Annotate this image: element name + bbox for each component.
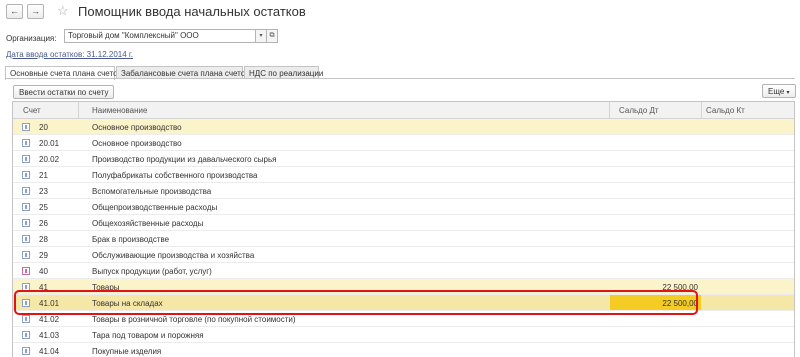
account-name: Основное производство [92,139,182,148]
account-name: Полуфабрикаты собственного производства [92,171,258,180]
debit-cell[interactable] [610,119,701,134]
table-row[interactable]: 25 Общепроизводственные расходы [13,199,794,215]
accounts-table: Счет Наименование Сальдо Дт Сальдо Кт 20… [12,101,795,357]
account-icon [22,251,30,259]
account-icon [22,155,30,163]
account-code: 26 [39,219,48,228]
debit-value: 22 500,00 [662,299,698,308]
account-code: 21 [39,171,48,180]
table-row[interactable]: 20 Основное производство [13,119,794,135]
account-name: Вспомогательные производства [92,187,212,196]
enter-balances-button[interactable]: Ввести остатки по счету [13,85,115,99]
account-icon [22,123,30,131]
forward-button[interactable]: → [27,4,44,19]
table-row[interactable]: 20.01 Основное производство [13,135,794,151]
debit-cell[interactable] [610,247,701,262]
account-icon [22,283,30,291]
table-row[interactable]: 41 Товары 22 500,00 [13,279,794,295]
account-alt-icon [22,267,30,275]
column-header-name[interactable]: Наименование [92,106,147,115]
account-code: 40 [39,267,48,276]
debit-cell[interactable]: 22 500,00 [610,279,701,294]
debit-cell[interactable] [610,263,701,278]
account-code: 29 [39,251,48,260]
column-header-credit[interactable]: Сальдо Кт [706,106,745,115]
account-icon [22,235,30,243]
account-name: Товары в розничной торговле (по покупной… [92,315,296,324]
table-row[interactable]: 40 Выпуск продукции (работ, услуг) [13,263,794,279]
account-name: Обслуживающие производства и хозяйства [92,251,255,260]
account-code: 25 [39,203,48,212]
debit-cell[interactable] [610,311,701,326]
debit-value: 22 500,00 [662,283,698,292]
account-icon [22,171,30,179]
account-icon [22,187,30,195]
back-button[interactable]: ← [6,4,23,19]
account-code: 41.02 [39,315,60,324]
table-row[interactable]: 41.03 Тара под товаром и порожняя [13,327,794,343]
table-row[interactable]: 41.02 Товары в розничной торговле (по пок… [13,311,794,327]
column-header-account[interactable]: Счет [23,106,41,115]
arrow-left-icon: ← [10,6,19,16]
debit-cell[interactable] [610,135,701,150]
account-code: 20.01 [39,139,60,148]
organization-field[interactable]: Торговый дом "Комплексный" ООО [64,29,256,43]
account-icon [22,347,30,355]
account-code: 41.04 [39,347,60,356]
page-title: Помощник ввода начальных остатков [78,4,306,19]
account-name: Общепроизводственные расходы [92,203,218,212]
arrow-right-icon: → [31,6,40,16]
table-row[interactable]: 21 Полуфабрикаты собственного производств… [13,167,794,183]
account-name: Общехозяйственные расходы [92,219,204,228]
account-code: 41 [39,283,48,292]
column-header-debit[interactable]: Сальдо Дт [619,106,659,115]
account-name: Товары [92,283,120,292]
table-row[interactable]: 28 Брак в производстве [13,231,794,247]
more-button[interactable]: Еще ▾ [762,84,796,98]
account-code: 28 [39,235,48,244]
table-row[interactable]: 41.01 Товары на складах 22 500,00 [13,295,794,311]
debit-cell[interactable] [610,183,701,198]
more-button-label: Еще [768,87,785,96]
account-code: 41.01 [39,299,60,308]
open-form-icon[interactable]: ⧉ [267,29,278,43]
account-name: Брак в производстве [92,235,170,244]
tab-divider [5,78,795,79]
account-name: Выпуск продукции (работ, услуг) [92,267,212,276]
account-icon [22,203,30,211]
balance-date-link[interactable]: Дата ввода остатков: 31.12.2014 г. [6,50,133,59]
table-row[interactable]: 41.04 Покупные изделия [13,343,794,357]
chevron-down-icon: ▾ [786,90,790,96]
account-code: 41.03 [39,331,60,340]
table-row[interactable]: 23 Вспомогательные производства [13,183,794,199]
table-header: Счет Наименование Сальдо Дт Сальдо Кт [13,102,794,119]
account-name: Покупные изделия [92,347,162,356]
favorite-star-icon[interactable]: ☆ [57,3,69,18]
account-icon [22,139,30,147]
debit-cell[interactable] [610,343,701,357]
account-name: Тара под товаром и порожняя [92,331,204,340]
table-row[interactable]: 20.02 Производство продукции из давальчес… [13,151,794,167]
debit-cell[interactable] [610,151,701,166]
account-name: Товары на складах [92,299,163,308]
account-code: 20.02 [39,155,60,164]
account-name: Производство продукции из давальческого … [92,155,277,164]
debit-cell[interactable] [610,327,701,342]
table-row[interactable]: 26 Общехозяйственные расходы [13,215,794,231]
table-row[interactable]: 29 Обслуживающие производства и хозяйства [13,247,794,263]
account-name: Основное производство [92,123,182,132]
debit-cell[interactable] [610,215,701,230]
debit-cell[interactable] [610,167,701,182]
debit-cell[interactable] [610,231,701,246]
debit-cell[interactable]: 22 500,00 [610,295,701,310]
account-icon [22,219,30,227]
account-code: 20 [39,123,48,132]
chevron-down-icon[interactable]: ▾ [256,29,267,43]
account-code: 23 [39,187,48,196]
account-icon [22,299,30,307]
organization-label: Организация: [6,34,57,43]
debit-cell[interactable] [610,199,701,214]
account-icon [22,331,30,339]
account-icon [22,315,30,323]
